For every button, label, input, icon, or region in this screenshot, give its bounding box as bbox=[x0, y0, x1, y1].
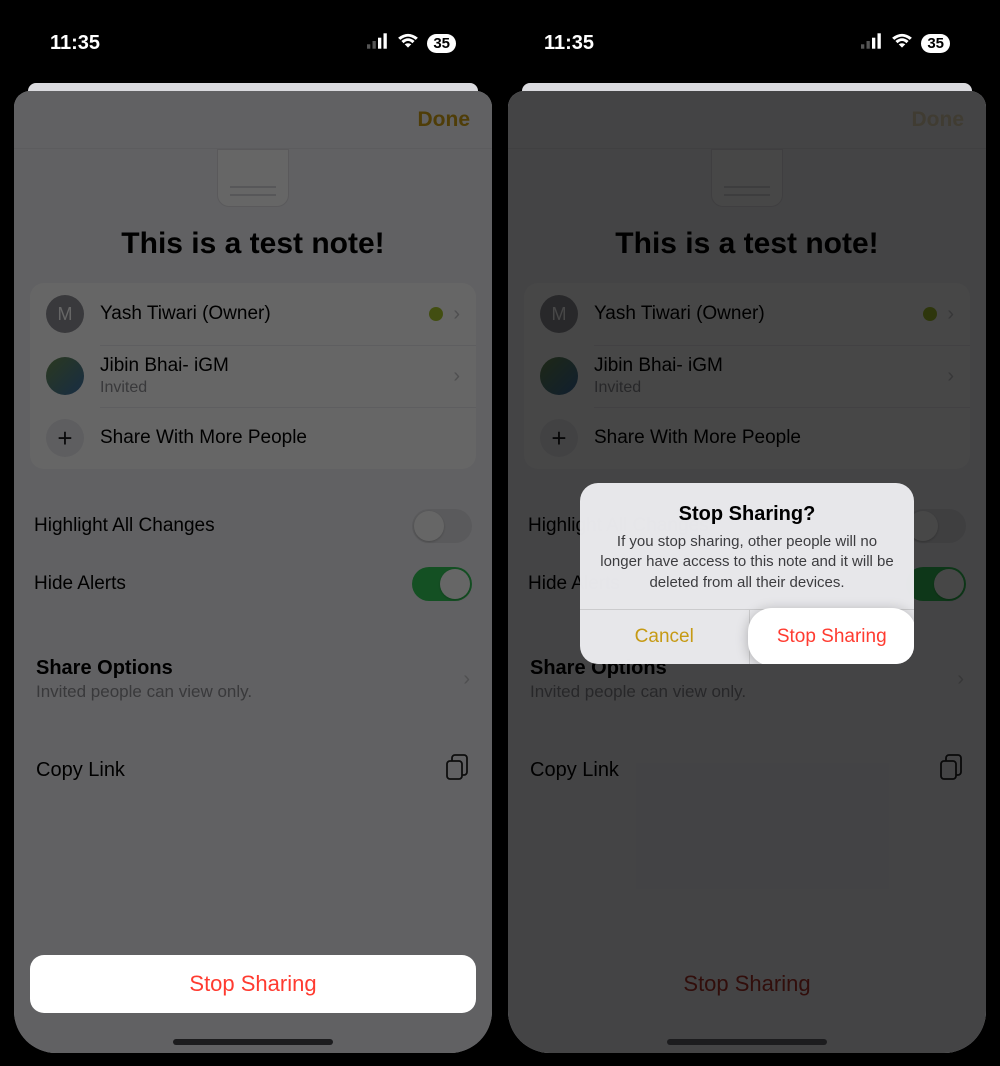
phone-right: 11:35 35 Done This is a test note! M Yas… bbox=[508, 13, 986, 1053]
status-bar: 11:35 35 bbox=[14, 13, 492, 73]
chevron-right-icon: › bbox=[453, 365, 460, 388]
sheet-stack bbox=[28, 83, 478, 91]
clock: 11:35 bbox=[50, 32, 100, 55]
participant-owner-row[interactable]: M Yash Tiwari (Owner) › bbox=[524, 283, 970, 345]
copy-link-row[interactable]: Copy Link bbox=[30, 740, 476, 801]
manage-sharing-sheet: Done This is a test note! M Yash Tiwari … bbox=[14, 91, 492, 1053]
nav-bar: Done bbox=[14, 91, 492, 149]
participant-name: Jibin Bhai- iGM bbox=[100, 355, 453, 377]
participants-card: M Yash Tiwari (Owner) › Jibin Bhai- iGM … bbox=[30, 283, 476, 469]
status-icons: 35 bbox=[367, 32, 456, 55]
hide-alerts-toggle[interactable] bbox=[906, 567, 966, 601]
hide-alerts-row: Hide Alerts bbox=[30, 555, 476, 613]
copy-link-label: Copy Link bbox=[530, 759, 619, 782]
presence-dot-icon bbox=[923, 307, 937, 321]
participant-owner-row[interactable]: M Yash Tiwari (Owner) › bbox=[30, 283, 476, 345]
note-icon bbox=[217, 149, 289, 207]
participant-name: Yash Tiwari (Owner) bbox=[594, 303, 923, 325]
plus-icon: + bbox=[540, 419, 578, 457]
alert-message: If you stop sharing, other people will n… bbox=[598, 532, 896, 593]
avatar-initial: M bbox=[540, 295, 578, 333]
hide-alerts-label: Hide Alerts bbox=[34, 573, 126, 595]
battery-icon: 35 bbox=[427, 34, 456, 53]
participant-name: Jibin Bhai- iGM bbox=[594, 355, 947, 377]
share-options-title: Share Options bbox=[36, 657, 252, 680]
home-indicator[interactable] bbox=[173, 1039, 333, 1045]
copy-link-icon bbox=[444, 754, 470, 787]
share-more-label: Share With More People bbox=[100, 427, 460, 449]
chevron-right-icon: › bbox=[463, 668, 470, 691]
participant-invited-row[interactable]: Jibin Bhai- iGM Invited › bbox=[524, 345, 970, 407]
participant-name: Yash Tiwari (Owner) bbox=[100, 303, 429, 325]
status-icons: 35 bbox=[861, 32, 950, 55]
share-more-row[interactable]: + Share With More People bbox=[524, 407, 970, 469]
highlight-changes-toggle[interactable] bbox=[906, 509, 966, 543]
settings-group: Highlight All Changes Hide Alerts bbox=[30, 497, 476, 613]
highlight-changes-label: Highlight All Changes bbox=[34, 515, 215, 537]
participants-card: M Yash Tiwari (Owner) › Jibin Bhai- iGM … bbox=[524, 283, 970, 469]
note-header-icon bbox=[508, 149, 986, 207]
note-icon bbox=[711, 149, 783, 207]
share-options-sub: Invited people can view only. bbox=[36, 682, 252, 702]
participant-status: Invited bbox=[594, 379, 947, 397]
chevron-right-icon: › bbox=[947, 365, 954, 388]
sheet-stack bbox=[522, 83, 972, 91]
share-options-group: Share Options Invited people can view on… bbox=[30, 643, 476, 716]
chevron-right-icon: › bbox=[957, 668, 964, 691]
cellular-icon bbox=[861, 32, 883, 55]
avatar-photo bbox=[46, 357, 84, 395]
stop-sharing-button[interactable]: Stop Sharing bbox=[524, 955, 970, 1013]
alert-title: Stop Sharing? bbox=[598, 503, 896, 526]
share-more-label: Share With More People bbox=[594, 427, 954, 449]
note-title: This is a test note! bbox=[508, 227, 986, 261]
status-bar: 11:35 35 bbox=[508, 13, 986, 73]
hide-alerts-toggle[interactable] bbox=[412, 567, 472, 601]
share-more-row[interactable]: + Share With More People bbox=[30, 407, 476, 469]
cellular-icon bbox=[367, 32, 389, 55]
home-indicator[interactable] bbox=[667, 1039, 827, 1045]
participant-invited-row[interactable]: Jibin Bhai- iGM Invited › bbox=[30, 345, 476, 407]
done-button[interactable]: Done bbox=[418, 108, 471, 132]
avatar-initial: M bbox=[46, 295, 84, 333]
done-button[interactable]: Done bbox=[912, 108, 965, 132]
stop-sharing-button[interactable]: Stop Sharing bbox=[30, 955, 476, 1013]
highlight-changes-toggle[interactable] bbox=[412, 509, 472, 543]
clock: 11:35 bbox=[544, 32, 594, 55]
manage-sharing-sheet: Done This is a test note! M Yash Tiwari … bbox=[508, 91, 986, 1053]
share-options-row[interactable]: Share Options Invited people can view on… bbox=[30, 643, 476, 716]
wifi-icon bbox=[397, 32, 419, 55]
copy-link-row[interactable]: Copy Link bbox=[524, 740, 970, 801]
copy-link-icon bbox=[938, 754, 964, 787]
share-options-sub: Invited people can view only. bbox=[530, 682, 746, 702]
note-header-icon bbox=[14, 149, 492, 207]
chevron-right-icon: › bbox=[453, 303, 460, 326]
phone-left: 11:35 35 Done This is a test note! M Yas… bbox=[14, 13, 492, 1053]
alert-confirm-button[interactable]: Stop Sharing bbox=[748, 608, 915, 664]
copy-link-label: Copy Link bbox=[36, 759, 125, 782]
battery-icon: 35 bbox=[921, 34, 950, 53]
plus-icon: + bbox=[46, 419, 84, 457]
copy-link-group: Copy Link bbox=[524, 740, 970, 801]
wifi-icon bbox=[891, 32, 913, 55]
stop-sharing-alert: Stop Sharing? If you stop sharing, other… bbox=[580, 483, 914, 664]
alert-cancel-button[interactable]: Cancel bbox=[580, 610, 750, 664]
participant-status: Invited bbox=[100, 379, 453, 397]
nav-bar: Done bbox=[508, 91, 986, 149]
note-title: This is a test note! bbox=[14, 227, 492, 261]
chevron-right-icon: › bbox=[947, 303, 954, 326]
copy-link-group: Copy Link bbox=[30, 740, 476, 801]
presence-dot-icon bbox=[429, 307, 443, 321]
avatar-photo bbox=[540, 357, 578, 395]
highlight-changes-row: Highlight All Changes bbox=[30, 497, 476, 555]
